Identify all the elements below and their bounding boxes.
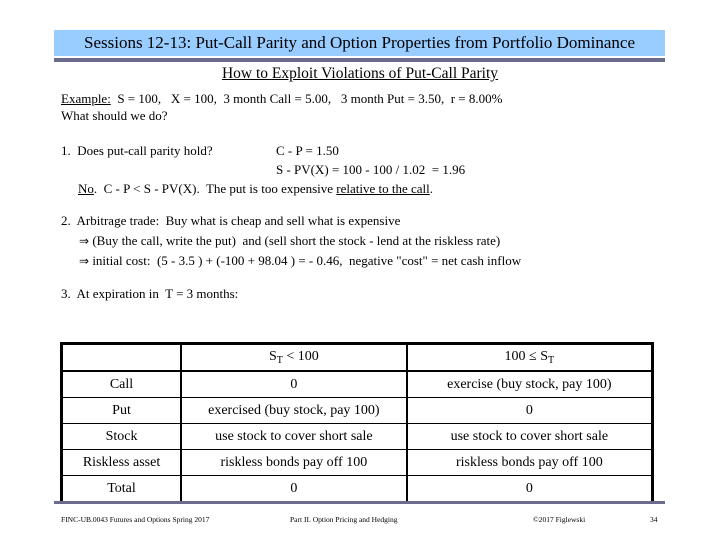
title-divider [54,58,665,62]
step2-line-1-text: (Buy the call, write the put) and (sell … [89,233,501,248]
step2-line-1: ⇒ (Buy the call, write the put) and (sel… [79,233,500,249]
step2-line-2: ⇒ initial cost: (5 - 3.5 ) + (-100 + 98.… [79,253,521,269]
row-label: Call [61,370,183,398]
step3-label: 3. At expiration in T = 3 months: [61,286,239,301]
step1-no: No [78,181,94,196]
step1-period: . [429,181,434,196]
cell-above: 0 [406,397,653,424]
header-sub-t: T [548,355,555,366]
footer-part: Part II. Option Pricing and Hedging [290,515,398,524]
payoff-table: ST < 100 100 ≤ ST Call 0 exercise (buy s… [60,342,654,504]
footer-copyright: ©2017 Figlewski [533,515,586,524]
header-below-strike: ST < 100 [180,343,408,372]
cell-above: exercise (buy stock, pay 100) [406,370,653,398]
step1-equation-1: C - P = 1.50 [276,143,339,158]
step1-conclusion: No. C - P < S - PV(X). The put is too ex… [78,181,433,197]
table-row: Total 0 0 [61,475,653,503]
cell-below: 0 [180,475,408,503]
footer-divider [54,501,665,504]
step1-question: 1. Does put-call parity hold? [61,143,213,158]
row-label: Stock [61,423,183,450]
table-row: Put exercised (buy stock, pay 100) 0 [61,397,653,424]
cell-above: 0 [406,475,653,503]
row-label: Riskless asset [61,449,183,476]
cell-below: exercised (buy stock, pay 100) [180,397,408,424]
example-line: Example: S = 100, X = 100, 3 month Call … [61,91,502,107]
example-question: What should we do? [61,108,168,123]
row-label: Put [61,397,183,424]
step1-equation-2: S - PV(X) = 100 - 100 / 1.02 = 1.96 [276,162,466,177]
table-header-row: ST < 100 100 ≤ ST [61,343,653,372]
header-s: S [268,349,277,364]
implies-arrow-icon: ⇒ [79,254,90,268]
header-rest: < 100 [282,349,319,364]
step2-label: 2. Arbitrage trade: Buy what is cheap an… [61,213,401,228]
slide-title: Sessions 12-13: Put-Call Parity and Opti… [83,33,636,52]
table-row: Stock use stock to cover short sale use … [61,423,653,450]
footer-course: FINC-UB.0043 Futures and Options Spring … [61,515,210,524]
cell-below: riskless bonds pay off 100 [180,449,408,476]
example-text: S = 100, X = 100, 3 month Call = 5.00, 3… [110,91,503,106]
slide-title-band: Sessions 12-13: Put-Call Parity and Opti… [54,30,665,56]
header-above-strike: 100 ≤ ST [406,343,653,372]
cell-below: 0 [180,370,408,398]
cell-above: use stock to cover short sale [406,423,653,450]
table-row: Call 0 exercise (buy stock, pay 100) [61,370,653,398]
cell-above: riskless bonds pay off 100 [406,449,653,476]
header-corner-cell [61,343,183,372]
step2-line-2-text: initial cost: (5 - 3.5 ) + (-100 + 98.04… [89,253,522,268]
step1-conclusion-text: . C - P < S - PV(X). The put is too expe… [93,181,337,196]
example-label: Example: [61,91,111,106]
footer-page-number: 34 [650,515,658,524]
implies-arrow-icon: ⇒ [79,234,90,248]
row-label: Total [61,475,183,503]
slide-subtitle: How to Exploit Violations of Put-Call Pa… [221,65,499,82]
header-pre: 100 ≤ S [504,349,549,364]
cell-below: use stock to cover short sale [180,423,408,450]
step1-relative: relative to the call [336,181,430,196]
table-row: Riskless asset riskless bonds pay off 10… [61,449,653,476]
